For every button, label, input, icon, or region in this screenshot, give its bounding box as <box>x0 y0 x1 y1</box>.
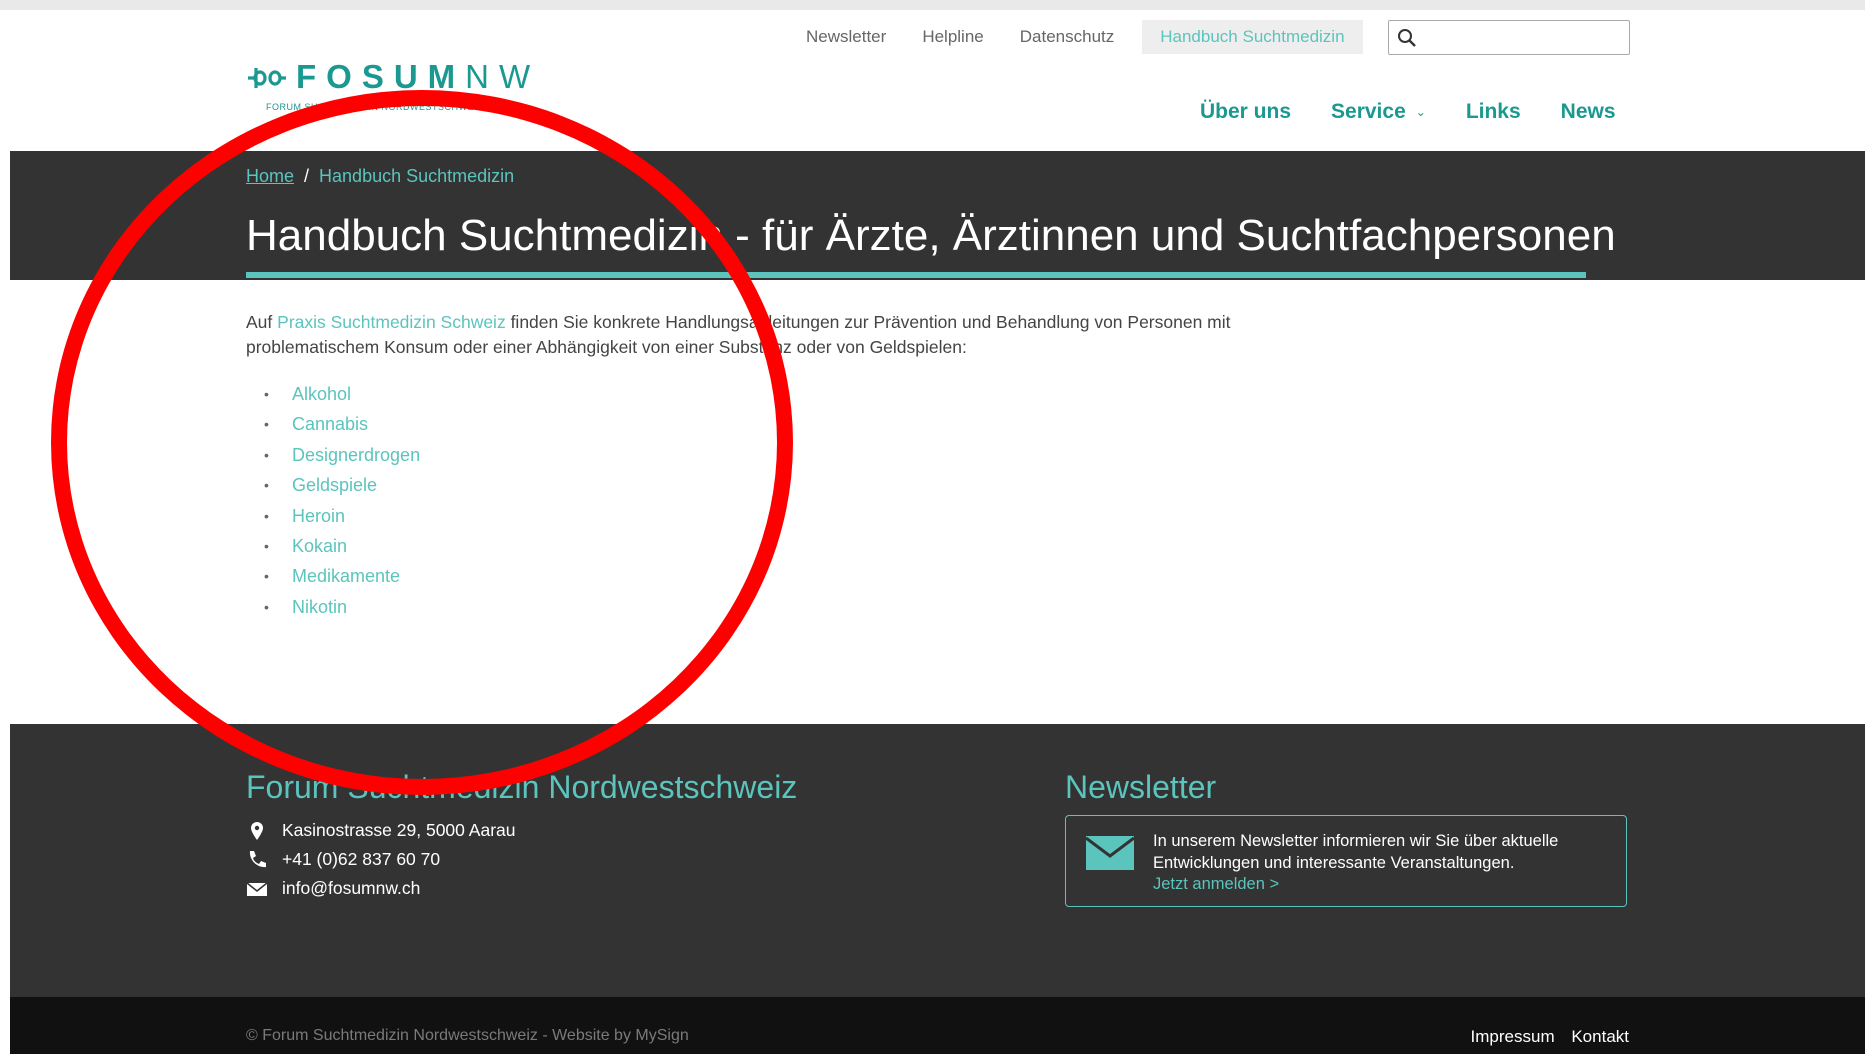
nav-item-service-label: Service <box>1331 100 1406 123</box>
topic-link-designerdrogen[interactable]: Designerdrogen <box>292 445 420 465</box>
list-item: Cannabis <box>246 409 1246 440</box>
topic-list: Alkohol Cannabis Designerdrogen Geldspie… <box>246 379 1246 623</box>
logo-tagline: FORUM SUCHTMEDIZIN NORDWESTSCHWEIZ <box>266 102 483 112</box>
intro-paragraph: Auf Praxis Suchtmedizin Schweiz finden S… <box>246 310 1246 360</box>
phone-icon <box>249 850 266 867</box>
logo-wordmark: FOSUMNW <box>296 58 541 95</box>
topic-link-nikotin[interactable]: Nikotin <box>292 597 347 617</box>
topic-link-alkohol[interactable]: Alkohol <box>292 384 351 404</box>
email-row: info@fosumnw.ch <box>246 874 516 903</box>
list-item: Kokain <box>246 531 1246 562</box>
site-header: FOSUMNW FORUM SUCHTMEDIZIN NORDWESTSCHWE… <box>10 10 1865 151</box>
breadcrumb: Home / Handbuch Suchtmedizin <box>246 166 514 187</box>
newsletter-text: In unserem Newsletter informieren wir Si… <box>1153 832 1559 872</box>
search-icon[interactable] <box>1397 28 1417 48</box>
breadcrumb-home[interactable]: Home <box>246 166 294 186</box>
intro-text-start: Auf <box>246 312 278 332</box>
list-item: Designerdrogen <box>246 440 1246 471</box>
address-text: Kasinostrasse 29, 5000 Aarau <box>282 820 516 840</box>
breadcrumb-current: Handbuch Suchtmedizin <box>319 166 515 186</box>
newsletter-signup-link[interactable]: Jetzt anmelden > <box>1153 875 1279 894</box>
nav-item-service[interactable]: Service ⌄ <box>1331 100 1426 124</box>
main-content: Auf Praxis Suchtmedizin Schweiz finden S… <box>246 310 1246 623</box>
list-item: Medikamente <box>246 561 1246 592</box>
nav-item-links[interactable]: Links <box>1466 100 1521 124</box>
logo-mark-icon <box>248 68 286 88</box>
envelope-icon <box>246 881 268 896</box>
chevron-down-icon: ⌄ <box>1415 105 1426 119</box>
email-text[interactable]: info@fosumnw.ch <box>282 878 420 899</box>
legal-links: Impressum Kontakt <box>1459 1027 1629 1047</box>
top-navigation: Newsletter Helpline Datenschutz Handbuch… <box>788 20 1363 54</box>
impressum-link[interactable]: Impressum <box>1471 1027 1555 1046</box>
newsletter-box: In unserem Newsletter informieren wir Si… <box>1065 815 1627 907</box>
phone-row: +41 (0)62 837 60 70 <box>246 845 516 874</box>
topic-link-heroin[interactable]: Heroin <box>292 506 345 526</box>
copyright-text: © Forum Suchtmedizin Nordwestschweiz - W… <box>246 1027 689 1044</box>
footer-org-title: Forum Suchtmedizin Nordwestschweiz <box>246 769 798 805</box>
search-input[interactable] <box>1423 24 1623 51</box>
list-item: Heroin <box>246 501 1246 532</box>
main-navigation: Über uns Service ⌄ Links News <box>1200 100 1616 124</box>
search-box[interactable] <box>1388 20 1630 55</box>
phone-text[interactable]: +41 (0)62 837 60 70 <box>282 849 440 870</box>
page-hero: Home / Handbuch Suchtmedizin Handbuch Such… <box>10 151 1865 280</box>
site-footer: Forum Suchtmedizin Nordwestschweiz Kasin… <box>10 724 1865 997</box>
site-logo[interactable]: FOSUMNW FORUM SUCHTMEDIZIN NORDWESTSCHWE… <box>246 56 530 116</box>
envelope-icon <box>1086 836 1134 870</box>
bottom-bar: © Forum Suchtmedizin Nordwestschweiz - W… <box>10 997 1865 1054</box>
top-link-newsletter[interactable]: Newsletter <box>788 20 904 54</box>
topic-link-geldspiele[interactable]: Geldspiele <box>292 475 377 495</box>
topic-link-kokain[interactable]: Kokain <box>292 536 347 556</box>
map-pin-icon <box>251 821 263 840</box>
address-row: Kasinostrasse 29, 5000 Aarau <box>246 816 516 845</box>
topic-link-cannabis[interactable]: Cannabis <box>292 414 368 434</box>
contact-info: Kasinostrasse 29, 5000 Aarau +41 (0)62 8… <box>246 816 516 903</box>
title-underline <box>246 272 1586 278</box>
list-item: Geldspiele <box>246 470 1246 501</box>
page-title: Handbuch Suchtmedizin - für Ärzte, Ärzti… <box>246 211 1616 260</box>
list-item: Alkohol <box>246 379 1246 410</box>
nav-item-news[interactable]: News <box>1561 100 1616 124</box>
top-strip <box>0 0 1865 10</box>
praxis-suchtmedizin-link[interactable]: Praxis Suchtmedizin Schweiz <box>277 312 506 332</box>
topic-link-medikamente[interactable]: Medikamente <box>292 566 400 586</box>
list-item: Nikotin <box>246 592 1246 623</box>
kontakt-link[interactable]: Kontakt <box>1571 1027 1629 1046</box>
top-link-helpline[interactable]: Helpline <box>904 20 1001 54</box>
breadcrumb-separator: / <box>304 166 310 186</box>
top-link-datenschutz[interactable]: Datenschutz <box>1002 20 1133 54</box>
newsletter-title: Newsletter <box>1065 769 1217 805</box>
top-link-handbuch[interactable]: Handbuch Suchtmedizin <box>1142 20 1363 54</box>
nav-item-ueber-uns[interactable]: Über uns <box>1200 100 1291 124</box>
